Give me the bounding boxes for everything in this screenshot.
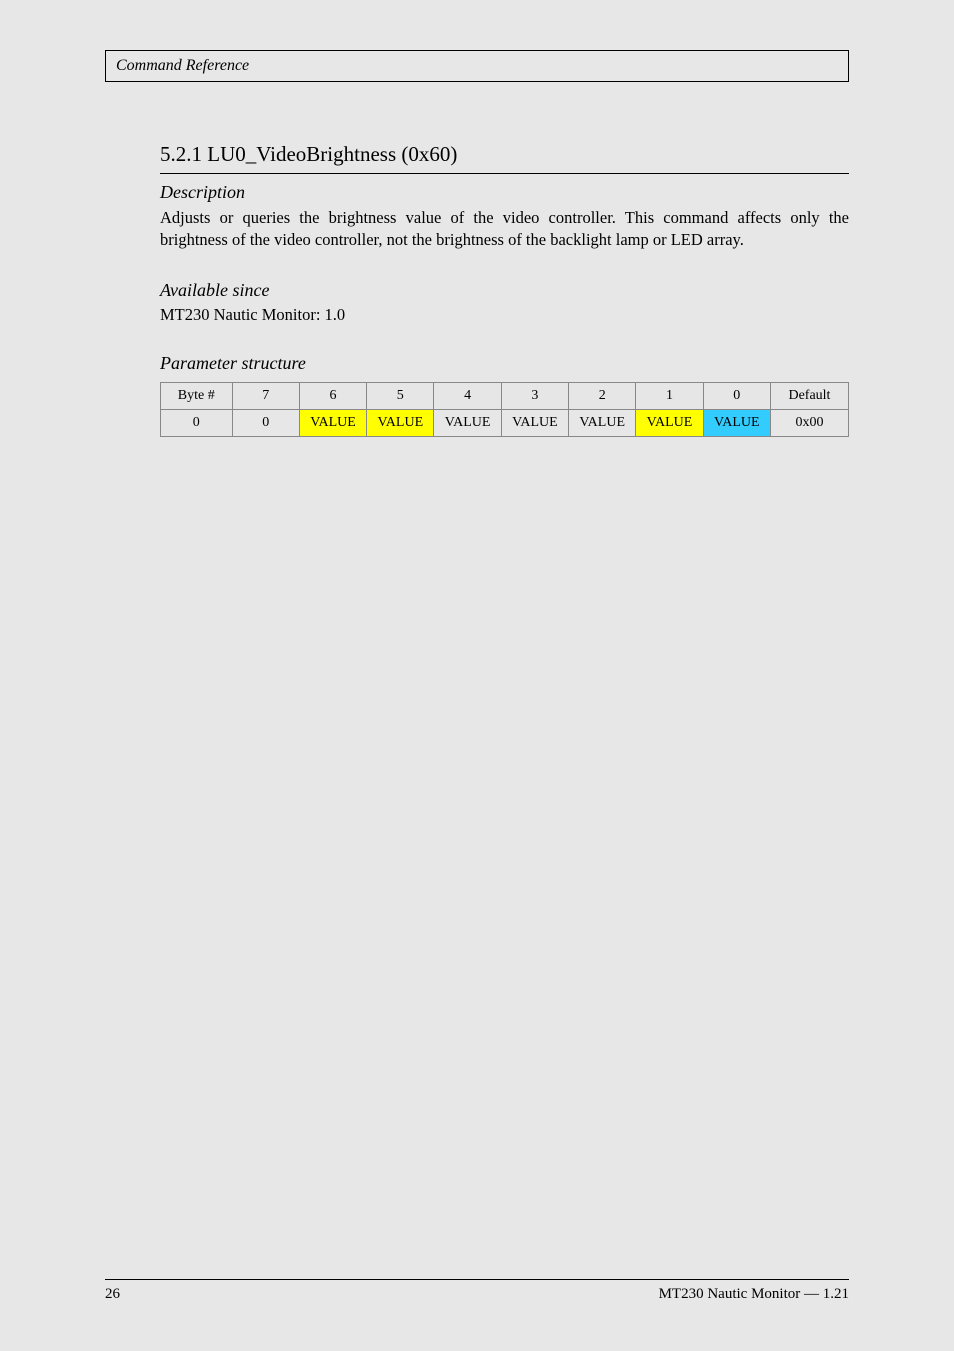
since-label: Available since: [160, 280, 849, 301]
header-box: Command Reference: [105, 50, 849, 82]
footer: 26 MT230 Nautic Monitor — 1.21: [105, 1279, 849, 1303]
cell-b6: VALUE: [299, 409, 366, 436]
th-0: 0: [703, 382, 770, 409]
cell-b5: VALUE: [367, 409, 434, 436]
th-3: 3: [501, 382, 568, 409]
description-text: Adjusts or queries the brightness value …: [160, 207, 849, 252]
section-divider: [160, 173, 849, 174]
th-4: 4: [434, 382, 501, 409]
cell-b7: 0: [232, 409, 299, 436]
th-1: 1: [636, 382, 703, 409]
footer-page: 26: [105, 1286, 120, 1303]
param-table: Byte # 7 6 5 4 3 2 1 0 Default 0 0 VALUE: [160, 382, 849, 437]
header-title: Command Reference: [116, 57, 249, 74]
param-label: Parameter structure: [160, 353, 849, 374]
description-label: Description: [160, 182, 849, 203]
th-default: Default: [770, 382, 848, 409]
th-byte: Byte #: [161, 382, 233, 409]
section-title: 5.2.1 LU0_VideoBrightness (0x60): [160, 142, 849, 167]
section-name: LU0_VideoBrightness (0x60): [207, 142, 457, 166]
footer-doc: MT230 Nautic Monitor — 1.21: [659, 1286, 849, 1303]
cell-b2: VALUE: [569, 409, 636, 436]
cell-b1: VALUE: [636, 409, 703, 436]
cell-b0: VALUE: [703, 409, 770, 436]
th-6: 6: [299, 382, 366, 409]
th-2: 2: [569, 382, 636, 409]
cell-b4: VALUE: [434, 409, 501, 436]
table-row: 0 0 VALUE VALUE VALUE VALUE VALUE VALUE …: [161, 409, 849, 436]
table-header-row: Byte # 7 6 5 4 3 2 1 0 Default: [161, 382, 849, 409]
section-number: 5.2.1: [160, 142, 202, 166]
cell-b3: VALUE: [501, 409, 568, 436]
since-text: MT230 Nautic Monitor: 1.0: [160, 305, 849, 325]
cell-byte: 0: [161, 409, 233, 436]
th-5: 5: [367, 382, 434, 409]
th-7: 7: [232, 382, 299, 409]
cell-default: 0x00: [770, 409, 848, 436]
